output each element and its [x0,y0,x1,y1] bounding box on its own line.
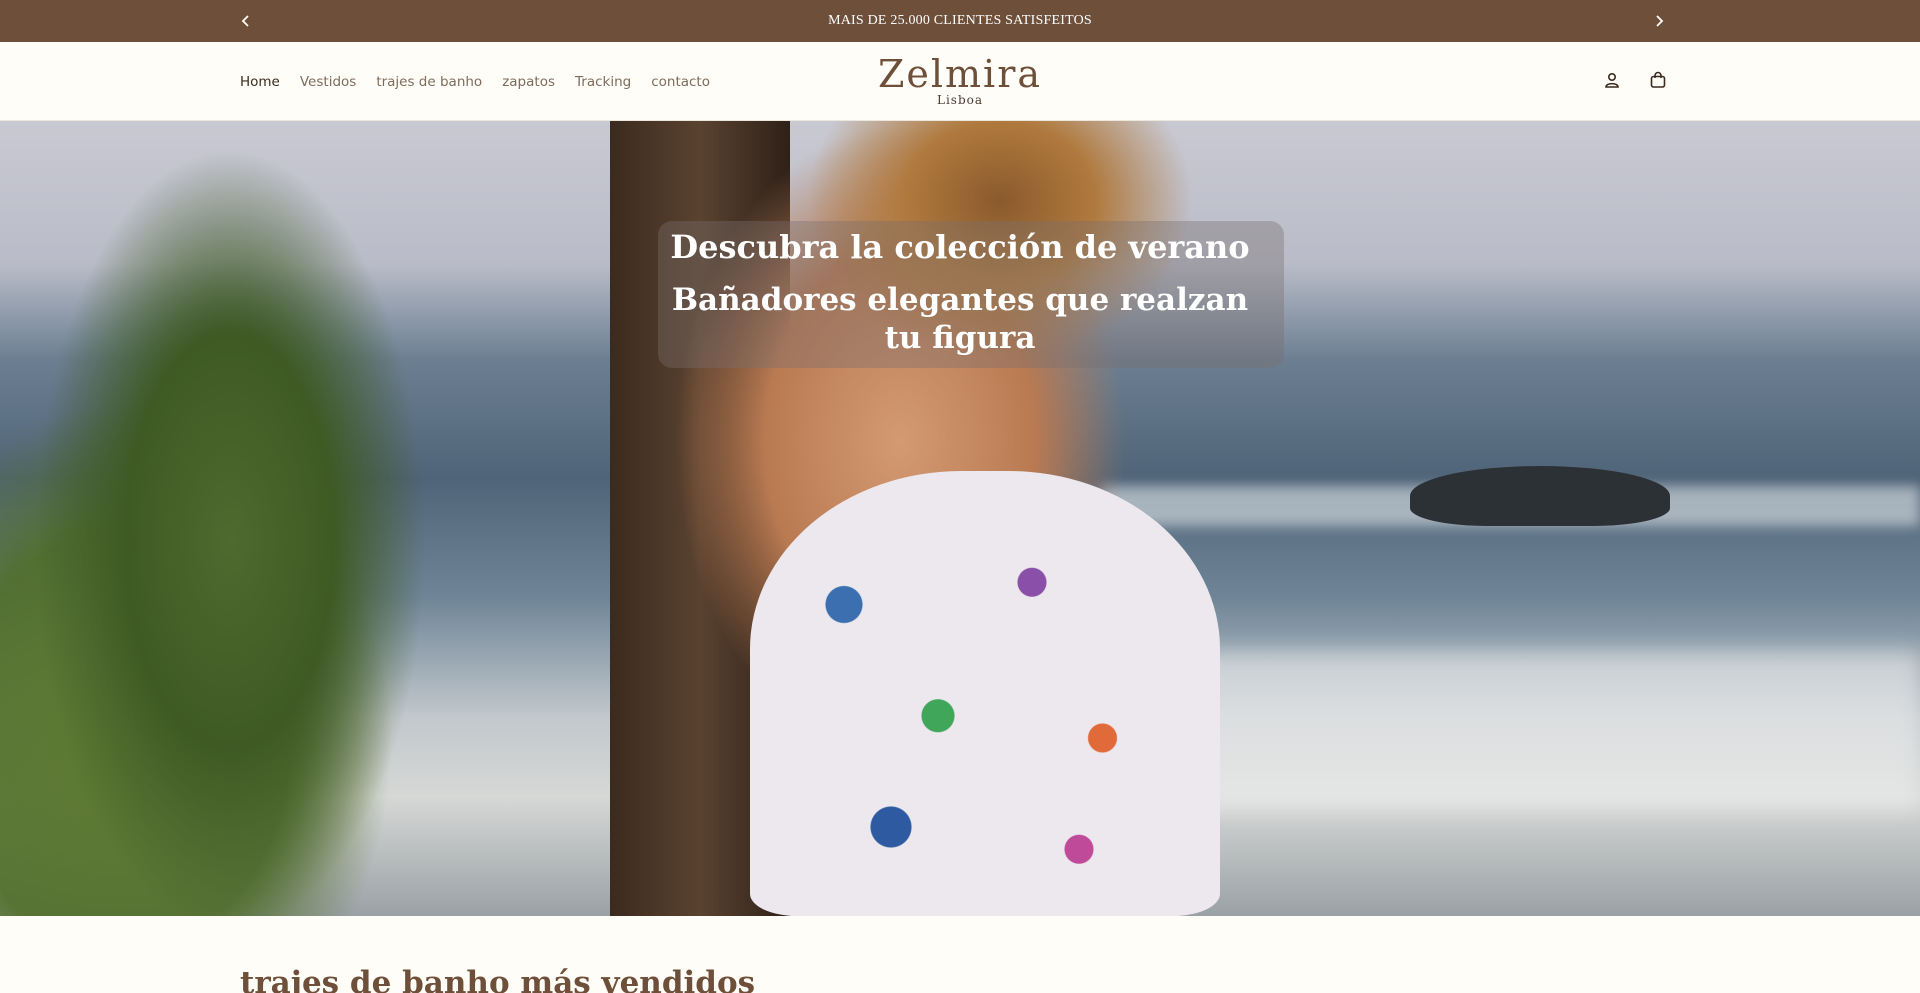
announcement-message: MAIS DE 25.000 CLIENTES SATISFEITOS [828,13,1092,28]
announcement-bar: MAIS DE 25.000 CLIENTES SATISFEITOS [0,0,1920,42]
account-button[interactable] [1600,68,1624,92]
nav-item-home[interactable]: Home [240,74,280,90]
nav-item-vestidos[interactable]: Vestidos [300,74,356,90]
logo-brand: Zelmira [877,52,1043,96]
nav-item-contacto[interactable]: contacto [651,74,710,90]
cart-button[interactable] [1646,68,1670,92]
site-logo[interactable]: Zelmira Lisboa [860,54,1060,114]
header-icons [1600,68,1670,92]
nav-item-trajes-de-banho[interactable]: trajes de banho [376,74,482,90]
chevron-right-icon [1656,15,1664,27]
main-nav: Home Vestidos trajes de banho zapatos Tr… [240,42,710,121]
account-icon [1605,72,1619,88]
hero-title: Descubra la colección de verano [670,228,1250,266]
site-header: Home Vestidos trajes de banho zapatos Tr… [0,42,1920,121]
announcement-next-button[interactable] [1647,9,1671,33]
hero-subtitle: Bañadores elegantes que realzan tu figur… [671,282,1249,356]
nav-item-zapatos[interactable]: zapatos [502,74,555,90]
nav-item-tracking[interactable]: Tracking [575,74,631,90]
section-title: trajes de banho más vendidos [240,965,756,993]
hero-photo-swimsuit [750,471,1220,916]
cart-icon [1650,71,1666,88]
hero-photo-rock [1410,466,1670,526]
